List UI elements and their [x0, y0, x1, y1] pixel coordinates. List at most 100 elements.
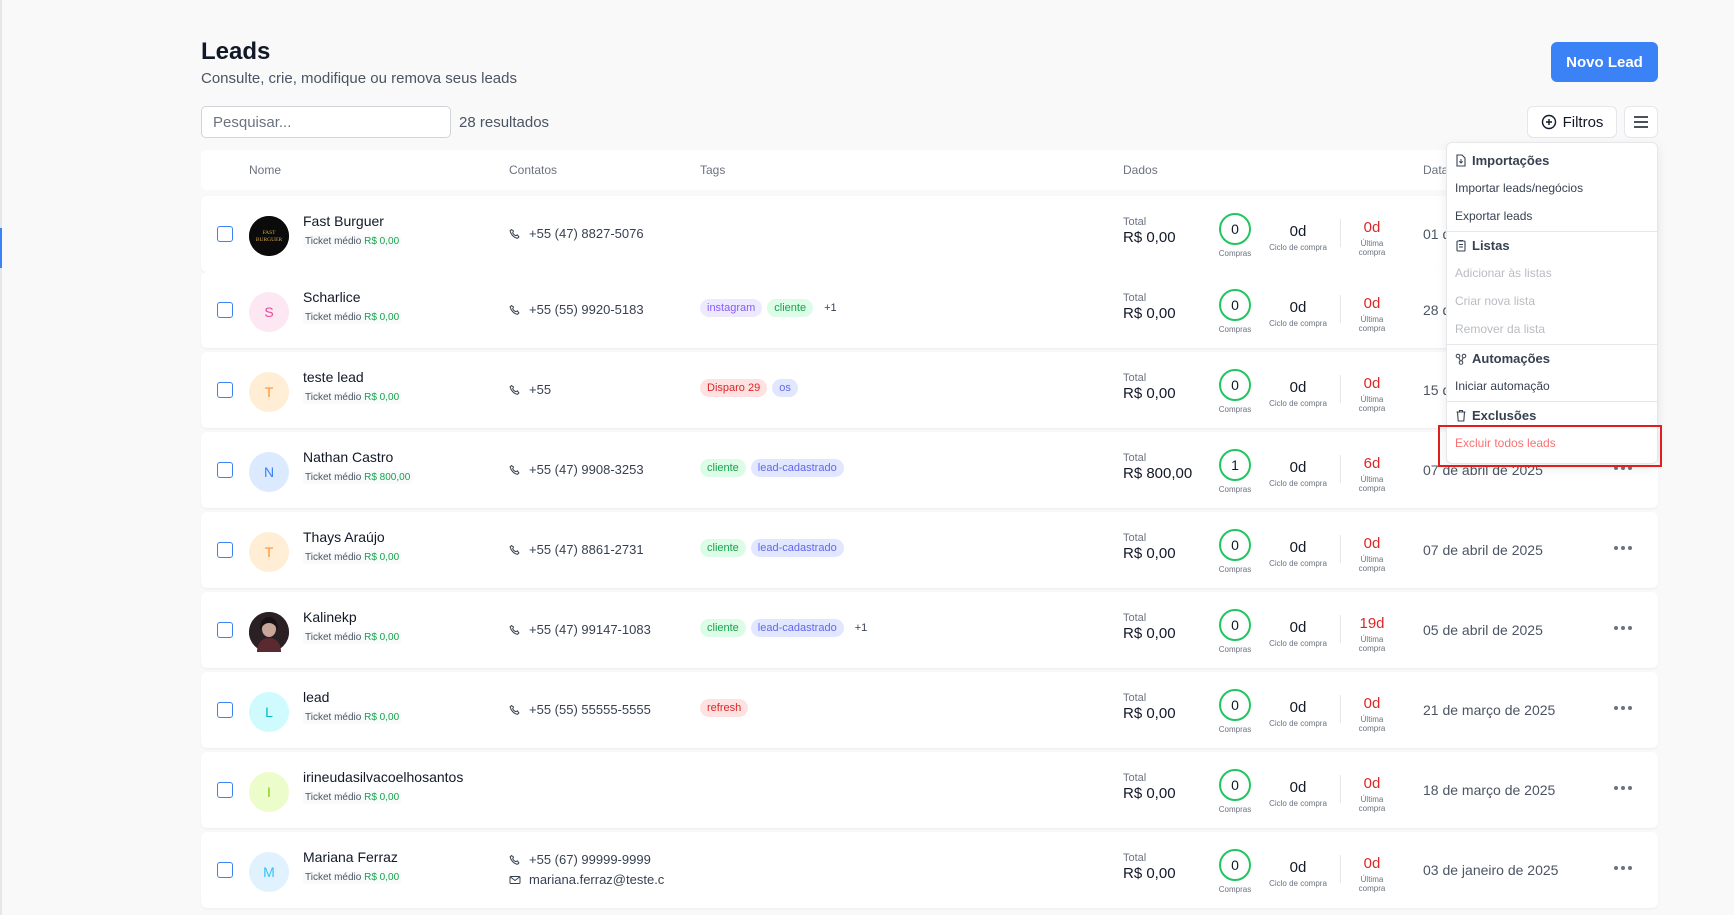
- cycle-label: Ciclo de compra: [1269, 243, 1327, 252]
- table-row[interactable]: T Thays Araújo Ticket médio R$ 0,00 +55 …: [201, 512, 1658, 588]
- lead-name[interactable]: irineudasilvacoelhosantos: [303, 769, 463, 785]
- lead-name[interactable]: Thays Araújo: [303, 529, 385, 545]
- last-purchase-label: Última compra: [1344, 875, 1400, 893]
- email-text: mariana.ferraz@teste.c: [529, 872, 665, 887]
- import-leads-item[interactable]: Importar leads/negócios: [1455, 181, 1583, 195]
- ticket-average: Ticket médio R$ 0,00: [303, 391, 402, 404]
- contact-phone: +55 (47) 99147-1083: [509, 622, 651, 637]
- lead-name[interactable]: Fast Burguer: [303, 213, 384, 229]
- export-leads-item[interactable]: Exportar leads: [1455, 209, 1532, 223]
- start-automation-item[interactable]: Iniciar automação: [1455, 379, 1550, 393]
- purchases-count: 0: [1219, 689, 1251, 721]
- table-row[interactable]: M Mariana Ferraz Ticket médio R$ 0,00 +5…: [201, 832, 1658, 908]
- table-row[interactable]: Kalinekp Ticket médio R$ 0,00 +55 (47) 9…: [201, 592, 1658, 668]
- row-actions-button[interactable]: [1612, 700, 1634, 716]
- row-checkbox[interactable]: [217, 302, 233, 318]
- svg-text:FAST: FAST: [262, 230, 276, 236]
- tag[interactable]: os: [772, 379, 798, 397]
- tag[interactable]: cliente: [700, 619, 746, 637]
- last-label-line1: Última: [1360, 555, 1384, 564]
- profile-photo: [249, 612, 289, 652]
- total-label: Total: [1123, 692, 1147, 704]
- row-checkbox[interactable]: [217, 702, 233, 718]
- new-lead-button[interactable]: Novo Lead: [1551, 42, 1658, 82]
- column-date: Data: [1423, 163, 1449, 177]
- lead-name[interactable]: Scharlice: [303, 289, 361, 305]
- ticket-label: Ticket médio: [305, 632, 362, 643]
- lead-date: 21 de março de 2025: [1423, 702, 1556, 718]
- contact-phone: +55 (55) 55555-5555: [509, 702, 651, 717]
- purchases-count: 0: [1219, 213, 1251, 245]
- table-row[interactable]: L lead Ticket médio R$ 0,00 +55 (55) 555…: [201, 672, 1658, 748]
- contact-phone: +55: [509, 382, 551, 397]
- row-actions-button[interactable]: [1612, 860, 1634, 876]
- more-tags[interactable]: +1: [818, 302, 843, 314]
- total-value: R$ 0,00: [1123, 545, 1176, 562]
- purchases-label: Compras: [1218, 805, 1252, 814]
- tag[interactable]: cliente: [767, 299, 814, 317]
- add-to-lists-item[interactable]: Adicionar às listas: [1455, 266, 1552, 280]
- tag[interactable]: Disparo 29: [700, 379, 768, 397]
- tag[interactable]: refresh: [700, 699, 749, 717]
- lead-name[interactable]: Mariana Ferraz: [303, 849, 398, 865]
- ticket-value: R$ 800,00: [364, 472, 411, 483]
- phone-text: +55 (55) 55555-5555: [529, 702, 651, 717]
- row-actions-button[interactable]: [1612, 780, 1634, 796]
- row-checkbox[interactable]: [217, 862, 233, 878]
- cycle-label: Ciclo de compra: [1269, 559, 1327, 568]
- table-row[interactable]: S Scharlice Ticket médio R$ 0,00 +55 (55…: [201, 272, 1658, 348]
- table-row[interactable]: FAST BURGUER Fast Burguer Ticket médio R$…: [201, 196, 1658, 272]
- row-checkbox[interactable]: [217, 542, 233, 558]
- row-checkbox[interactable]: [217, 782, 233, 798]
- contact-phone: +55 (47) 8827-5076: [509, 226, 644, 241]
- cycle-label: Ciclo de compra: [1269, 719, 1327, 728]
- avatar: I: [249, 772, 289, 812]
- purchases-label: Compras: [1218, 249, 1252, 258]
- row-checkbox[interactable]: [217, 382, 233, 398]
- dot: [1614, 626, 1618, 630]
- last-label-line1: Última: [1360, 715, 1384, 724]
- tag[interactable]: lead-cadastrado: [750, 539, 844, 557]
- total-value: R$ 0,00: [1123, 705, 1176, 722]
- ticket-value: R$ 0,00: [364, 872, 400, 883]
- purchases-label: Compras: [1218, 485, 1252, 494]
- dot: [1628, 626, 1632, 630]
- lead-name[interactable]: teste lead: [303, 369, 364, 385]
- purchases-count: 0: [1219, 529, 1251, 561]
- tag[interactable]: lead-cadastrado: [750, 459, 844, 477]
- ticket-label: Ticket médio: [305, 392, 362, 403]
- total-label: Total: [1123, 216, 1147, 228]
- phone-icon: [509, 304, 520, 315]
- cycle-label: Ciclo de compra: [1269, 319, 1327, 328]
- tag[interactable]: cliente: [700, 539, 746, 557]
- last-purchase-label: Última compra: [1344, 315, 1400, 333]
- total-label: Total: [1123, 292, 1147, 304]
- lead-name[interactable]: lead: [303, 689, 329, 705]
- lead-name[interactable]: Nathan Castro: [303, 449, 393, 465]
- table-row[interactable]: T teste lead Ticket médio R$ 0,00 +55 Di…: [201, 352, 1658, 428]
- lead-name[interactable]: Kalinekp: [303, 609, 357, 625]
- ticket-label: Ticket médio: [305, 552, 362, 563]
- cycle-label: Ciclo de compra: [1269, 799, 1327, 808]
- dot: [1614, 866, 1618, 870]
- row-checkbox[interactable]: [217, 226, 233, 242]
- filters-button[interactable]: Filtros: [1527, 106, 1617, 138]
- tag[interactable]: lead-cadastrado: [750, 619, 844, 637]
- row-checkbox[interactable]: [217, 622, 233, 638]
- search-input[interactable]: [201, 106, 451, 138]
- column-tags: Tags: [700, 163, 726, 177]
- more-actions-button[interactable]: [1624, 106, 1658, 138]
- more-tags[interactable]: +1: [849, 622, 874, 634]
- remove-from-list-item[interactable]: Remover da lista: [1455, 322, 1545, 336]
- create-list-item[interactable]: Criar nova lista: [1455, 294, 1535, 308]
- tag[interactable]: cliente: [700, 459, 746, 477]
- table-row[interactable]: I irineudasilvacoelhosantos Ticket médio…: [201, 752, 1658, 828]
- row-checkbox[interactable]: [217, 462, 233, 478]
- last-purchase-value: 0d: [1363, 375, 1381, 392]
- tag[interactable]: instagram: [700, 299, 763, 317]
- row-actions-button[interactable]: [1612, 540, 1634, 556]
- phone-icon: [509, 854, 520, 865]
- imports-section-title: Importações: [1455, 153, 1549, 168]
- ticket-label: Ticket médio: [305, 472, 362, 483]
- row-actions-button[interactable]: [1612, 620, 1634, 636]
